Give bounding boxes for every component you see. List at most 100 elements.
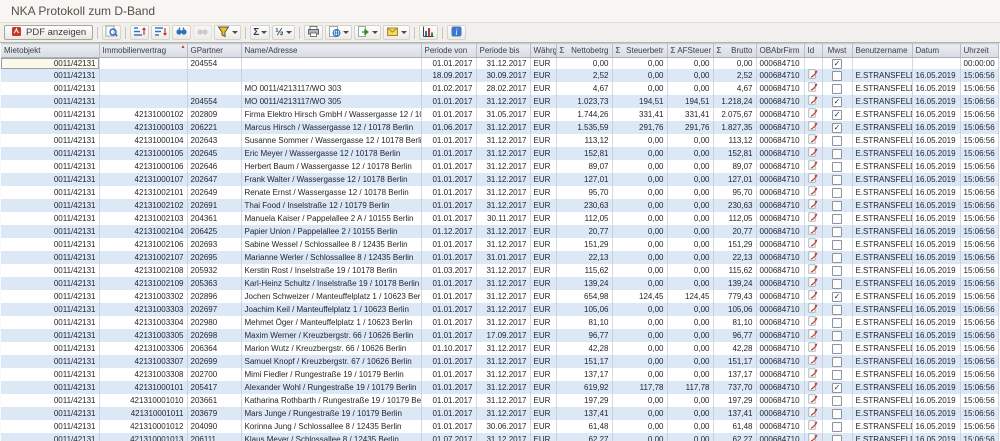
cell-netto[interactable]: 139,24	[556, 277, 612, 290]
cell-datum[interactable]: 16.05.2019	[912, 69, 960, 82]
cell-mo[interactable]: 0011/42131	[1, 433, 99, 441]
mwst-checkbox-checked[interactable]	[832, 97, 842, 107]
cell-datum[interactable]: 16.05.2019	[912, 251, 960, 264]
cell-gp[interactable]: 204090	[187, 420, 241, 433]
cell-datum[interactable]: 16.05.2019	[912, 186, 960, 199]
cell-af[interactable]: 0,00	[667, 433, 713, 441]
cell-mo[interactable]: 0011/42131	[1, 199, 99, 212]
cell-bis[interactable]: 31.12.2017	[476, 290, 530, 303]
col-header-datum[interactable]: Datum	[912, 44, 960, 58]
cell-mo[interactable]: 0011/42131	[1, 225, 99, 238]
mwst-checkbox[interactable]	[832, 214, 842, 224]
cell-datum[interactable]: 16.05.2019	[912, 134, 960, 147]
cell-w[interactable]: EUR	[530, 69, 556, 82]
row-pdf-icon[interactable]	[808, 95, 818, 108]
cell-von[interactable]: 01.01.2017	[421, 420, 476, 433]
cell-af[interactable]: 291,76	[667, 121, 713, 134]
cell-datum[interactable]: 16.05.2019	[912, 381, 960, 394]
cell-datum[interactable]: 16.05.2019	[912, 329, 960, 342]
cell-brutto[interactable]: 115,62	[713, 264, 756, 277]
cell-iv[interactable]: 42131003302	[99, 290, 187, 303]
cell-zeit[interactable]: 15:06:56	[960, 355, 998, 368]
cell-mwst[interactable]	[822, 58, 852, 70]
cell-user[interactable]: E.STRANSFELD	[852, 381, 912, 394]
cell-bis[interactable]: 31.12.2017	[476, 433, 530, 441]
cell-af[interactable]: 0,00	[667, 173, 713, 186]
cell-gp[interactable]: 202695	[187, 251, 241, 264]
cell-mo[interactable]: 0011/42131	[1, 381, 99, 394]
cell-bis[interactable]: 31.12.2017	[476, 160, 530, 173]
cell-gp[interactable]: 202697	[187, 303, 241, 316]
cell-w[interactable]: EUR	[530, 368, 556, 381]
row-pdf-icon[interactable]	[808, 303, 818, 316]
cell-user[interactable]: E.STRANSFELD	[852, 264, 912, 277]
cell-bis[interactable]: 31.12.2017	[476, 303, 530, 316]
mwst-checkbox[interactable]	[832, 409, 842, 419]
col-header-gp[interactable]: GPartner	[187, 44, 241, 58]
cell-gp[interactable]: 204554	[187, 95, 241, 108]
cell-user[interactable]: E.STRANSFELD	[852, 212, 912, 225]
cell-mwst[interactable]	[822, 199, 852, 212]
cell-brutto[interactable]: 1.827,35	[713, 121, 756, 134]
cell-name[interactable]: Kerstin Rost / Inselstraße 19 / 10178 Be…	[241, 264, 421, 277]
cell-brutto[interactable]: 112,05	[713, 212, 756, 225]
cell-steuer[interactable]: 0,00	[612, 368, 667, 381]
cell-bis[interactable]: 31.12.2017	[476, 277, 530, 290]
cell-steuer[interactable]: 331,41	[612, 108, 667, 121]
cell-firm[interactable]: 000684710	[756, 303, 804, 316]
cell-mo[interactable]: 0011/42131	[1, 108, 99, 121]
cell-netto[interactable]: 2,52	[556, 69, 612, 82]
cell-mo[interactable]: 0011/42131	[1, 407, 99, 420]
cell-user[interactable]: E.STRANSFELD	[852, 394, 912, 407]
cell-af[interactable]: 124,45	[667, 290, 713, 303]
cell-firm[interactable]: 000684710	[756, 225, 804, 238]
col-header-iv[interactable]: Immobilienvertrag▲	[99, 44, 187, 58]
cell-gp[interactable]	[187, 69, 241, 82]
cell-bis[interactable]: 31.12.2017	[476, 58, 530, 70]
cell-datum[interactable]: 16.05.2019	[912, 407, 960, 420]
mwst-checkbox-checked[interactable]	[832, 292, 842, 302]
cell-name[interactable]: Frank Walter / Wassergasse 12 / 10178 Be…	[241, 173, 421, 186]
cell-user[interactable]: E.STRANSFELD	[852, 316, 912, 329]
cell-id[interactable]	[804, 238, 822, 251]
cell-bis[interactable]: 31.12.2017	[476, 134, 530, 147]
cell-id[interactable]	[804, 303, 822, 316]
cell-w[interactable]: EUR	[530, 147, 556, 160]
row-pdf-icon[interactable]	[808, 82, 818, 95]
cell-zeit[interactable]: 15:06:56	[960, 251, 998, 264]
cell-steuer[interactable]: 0,00	[612, 147, 667, 160]
cell-datum[interactable]: 16.05.2019	[912, 147, 960, 160]
details-button[interactable]	[102, 25, 121, 40]
cell-name[interactable]: Marion Wutz / Kreuzbergstr. 66 / 10626 B…	[241, 342, 421, 355]
cell-brutto[interactable]: 42,28	[713, 342, 756, 355]
cell-w[interactable]: EUR	[530, 303, 556, 316]
mwst-checkbox-checked[interactable]	[832, 123, 842, 133]
cell-w[interactable]: EUR	[530, 134, 556, 147]
cell-von[interactable]: 01.03.2017	[421, 264, 476, 277]
cell-steuer[interactable]: 0,00	[612, 186, 667, 199]
col-header-bis[interactable]: Periode bis	[476, 44, 530, 58]
cell-mwst[interactable]	[822, 368, 852, 381]
cell-mwst[interactable]	[822, 238, 852, 251]
cell-mo[interactable]: 0011/42131	[1, 173, 99, 186]
cell-mwst[interactable]	[822, 329, 852, 342]
cell-brutto[interactable]: 152,81	[713, 147, 756, 160]
cell-zeit[interactable]: 15:06:56	[960, 394, 998, 407]
row-pdf-icon[interactable]	[808, 186, 818, 199]
print-button[interactable]	[304, 25, 323, 40]
cell-brutto[interactable]: 127,01	[713, 173, 756, 186]
cell-w[interactable]: EUR	[530, 433, 556, 441]
cell-zeit[interactable]: 15:06:56	[960, 147, 998, 160]
cell-name[interactable]: Marcus Hirsch / Wassergasse 12 / 10178 B…	[241, 121, 421, 134]
row-pdf-icon[interactable]	[808, 225, 818, 238]
cell-brutto[interactable]: 779,43	[713, 290, 756, 303]
cell-zeit[interactable]: 15:06:56	[960, 225, 998, 238]
cell-brutto[interactable]: 22,13	[713, 251, 756, 264]
cell-netto[interactable]: 151,17	[556, 355, 612, 368]
row-pdf-icon[interactable]	[808, 329, 818, 342]
cell-steuer[interactable]: 0,00	[612, 329, 667, 342]
cell-brutto[interactable]: 2.075,67	[713, 108, 756, 121]
cell-bis[interactable]: 31.12.2017	[476, 225, 530, 238]
cell-steuer[interactable]: 0,00	[612, 212, 667, 225]
cell-id[interactable]	[804, 420, 822, 433]
